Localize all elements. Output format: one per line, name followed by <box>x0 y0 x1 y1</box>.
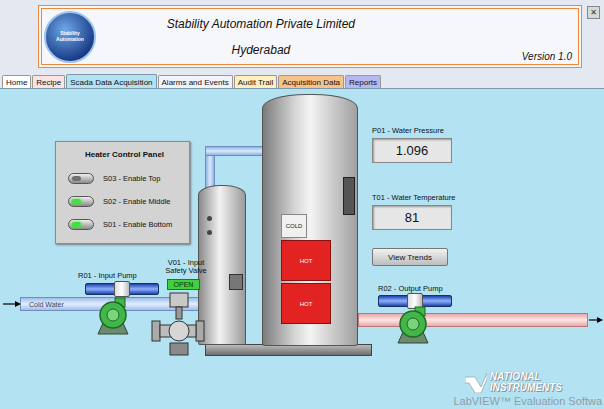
ni-brand-line: INSTRUMENTS <box>490 383 562 394</box>
process-canvas: Heater Control Panel S03 - Enable Top S0… <box>0 88 604 409</box>
close-button[interactable]: ✕ <box>587 6 600 19</box>
switch-list: S03 - Enable Top S02 - Enable Middle S01… <box>68 173 181 230</box>
heater-switch[interactable] <box>68 196 94 207</box>
view-trends-button[interactable]: View Trends <box>372 248 448 266</box>
valve-icon <box>150 291 206 357</box>
valve-label: V01 - Input Safety Valve <box>162 259 210 276</box>
header: Stability Automation Stability Automatio… <box>0 0 604 70</box>
tab[interactable]: Recipe <box>32 75 65 88</box>
tank-zone: COLD <box>281 214 307 238</box>
indicator: P01 - Water Pressure 1.096 <box>372 126 452 163</box>
city-name: Hyderabad <box>232 43 291 57</box>
level-gauge-icon <box>343 177 355 215</box>
heater-control-panel: Heater Control Panel S03 - Enable Top S0… <box>55 141 190 244</box>
switch-led-icon <box>72 222 81 227</box>
switch-label: S03 - Enable Top <box>103 174 160 183</box>
scada-window: Stability Automation Stability Automatio… <box>0 0 604 409</box>
input-pump-label: R01 - Input Pump <box>78 271 137 280</box>
header-banner: Stability Automation Stability Automatio… <box>38 5 582 68</box>
tab[interactable]: Audit Trail <box>234 75 278 88</box>
watermark-product: LabVIEW™ Evaluation Softwa <box>453 395 602 407</box>
tab[interactable]: Scada Data Acquisition <box>66 74 156 88</box>
recirculation-pipe <box>205 146 265 156</box>
flow-arrow-icon <box>3 300 21 308</box>
output-pump-switch[interactable] <box>378 295 452 307</box>
switch-knob-icon <box>114 281 130 297</box>
pump-icon <box>392 306 434 344</box>
vessel-port-icon <box>207 230 212 235</box>
tab[interactable]: Acquisition Data <box>278 75 344 88</box>
heater-switch[interactable] <box>68 173 94 184</box>
output-pipe <box>358 313 588 327</box>
pump-icon <box>92 297 134 335</box>
tab-bar: HomeRecipeScada Data AcquisitionAlarms a… <box>0 70 604 88</box>
ni-logo: NATIONALINSTRUMENTS <box>465 372 562 393</box>
indicator-value: 81 <box>372 205 452 230</box>
heater-switch-row: S02 - Enable Middle <box>68 196 181 207</box>
tab[interactable]: Alarms and Events <box>158 75 233 88</box>
switch-led-icon <box>72 199 81 204</box>
indicator-label: P01 - Water Pressure <box>372 126 452 135</box>
switch-led-icon <box>72 176 81 181</box>
tab[interactable]: Reports <box>345 75 381 88</box>
heater-panel-title: Heater Control Panel <box>68 150 181 159</box>
switch-label: S01 - Enable Bottom <box>103 220 172 229</box>
ni-brand-line: NATIONAL <box>490 372 562 383</box>
tank-zones: COLDHOTHOT <box>281 214 331 324</box>
company-name: Stability Automation Private Limited <box>167 17 355 31</box>
pipe-label: Cold Water <box>29 301 64 308</box>
indicator-label: T01 - Water Temperature <box>372 193 452 202</box>
logo-text: Stability Automation <box>46 31 94 42</box>
vessel-port-icon <box>207 216 212 221</box>
flow-arrow-icon <box>589 316 603 324</box>
indicator: T01 - Water Temperature 81 <box>372 193 452 230</box>
switch-label: S02 - Enable Middle <box>103 197 171 206</box>
tab[interactable]: Home <box>2 75 31 88</box>
pressure-vessel <box>198 185 246 345</box>
input-pump-switch[interactable] <box>85 283 159 295</box>
indicator-column: P01 - Water Pressure 1.096 T01 - Water Te… <box>372 126 452 266</box>
tank-zone: HOT <box>281 283 331 324</box>
heater-switch-row: S03 - Enable Top <box>68 173 181 184</box>
heater-switch-row: S01 - Enable Bottom <box>68 219 181 230</box>
heater-switch[interactable] <box>68 219 94 230</box>
labview-watermark: NATIONALINSTRUMENTS LabVIEW™ Evaluation … <box>453 372 602 407</box>
tank-zone: HOT <box>281 240 331 281</box>
vessel-hatch-icon <box>229 274 243 290</box>
company-logo: Stability Automation <box>44 11 96 63</box>
header-titles: Stability Automation Private Limited Hyd… <box>110 17 522 57</box>
valve-status: OPEN <box>167 279 200 290</box>
water-tank: COLDHOTHOT <box>262 94 358 346</box>
ni-eagle-icon <box>465 373 487 393</box>
indicator-value: 1.096 <box>372 138 452 163</box>
output-pump-label: R02 - Output Pump <box>378 284 443 293</box>
ni-brand: NATIONALINSTRUMENTS <box>490 372 562 393</box>
version-label: Version 1.0 <box>522 51 572 64</box>
